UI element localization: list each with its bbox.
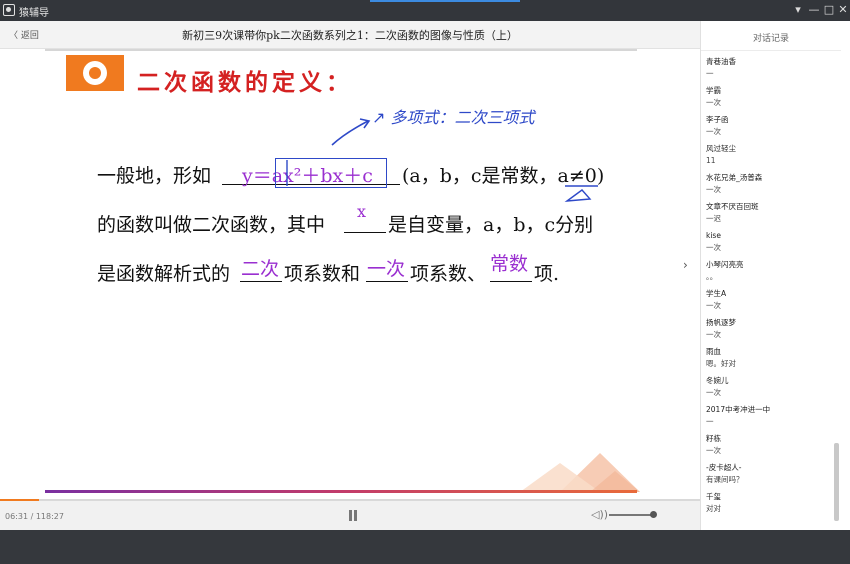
chat-username: 千玺 [706, 492, 721, 501]
back-button[interactable]: 〈 返回 [9, 28, 39, 41]
panel-toggle-arrow-icon[interactable]: › [683, 258, 688, 272]
chat-username: 文章不厌百回斑 [706, 202, 759, 211]
chat-text: 一次 [706, 388, 721, 397]
chat-message-list: 青巷油香一学霸 一次 李子函 一次 风过轻尘 11 水花兄弟_汤普森 一次 文章不厌百回斑 一迟 k… [706, 56, 834, 520]
chat-username: 学生A [706, 289, 727, 298]
chat-message: 雨血 嗯。好对 [706, 346, 834, 375]
app-name: 猿辅导 [19, 8, 49, 19]
chat-username: 小琴闪亮亮 [706, 260, 744, 269]
chat-title: 对话记录 [701, 29, 841, 51]
chat-message: 李子函 一次 [706, 114, 834, 143]
playback-time: 06:31 / 118:27 [5, 512, 64, 521]
speaker-icon[interactable]: ◁)) [591, 508, 608, 521]
chat-text: 一次 [706, 243, 721, 252]
chat-text: 。。 [706, 272, 718, 281]
player-controls: 06:31 / 118:27 ◁)) [0, 499, 700, 530]
chat-text: 一次 [706, 330, 721, 339]
chat-username: 雨血 [706, 347, 721, 356]
ink-and-decoration-layer [286, 118, 640, 492]
chat-message: 学霸 一次 [706, 85, 834, 114]
chat-message: 小琴闪亮亮。。 [706, 259, 834, 288]
chat-username: 风过轻尘 [706, 144, 736, 153]
progress-bar[interactable] [0, 499, 700, 501]
chat-message: 籽栋 一次 [706, 433, 834, 462]
chat-text: 一 [706, 69, 714, 78]
volume-knob[interactable] [650, 511, 657, 518]
chat-message: 风过轻尘 11 [706, 143, 834, 172]
chat-text: 一次 [706, 446, 721, 455]
chat-username: 扬帆逐梦 [706, 318, 736, 327]
chat-username: kise [706, 231, 721, 240]
chat-message: 学生A 一次 [706, 288, 834, 317]
chat-message: -皮卡超人- 有课间吗？ [706, 462, 834, 491]
chat-message: 冬婉儿 一次 [706, 375, 834, 404]
close-button[interactable]: ✕ [837, 3, 849, 17]
chat-scrollbar[interactable] [834, 443, 839, 521]
chat-message: 水花兄弟_汤普森 一次 [706, 172, 834, 201]
window-titlebar: 猿辅导 ▾ — □ ✕ [0, 0, 850, 21]
lesson-header: 〈 返回 新初三9次课带你pk二次函数系列之1：二次函数的图像与性质（上） [0, 21, 700, 49]
chat-username: 2017中考冲进一中 [706, 405, 771, 414]
chat-message: 2017中考冲进一中一 [706, 404, 834, 433]
bottom-bar [0, 530, 850, 564]
chat-panel: 对话记录 青巷油香一学霸 一次 李子函 一次 风过轻尘 11 水花兄弟_汤普森 一次 文章不厌百… [700, 21, 850, 530]
chat-username: -皮卡超人- [706, 463, 742, 472]
chat-message: kise 一次 [706, 230, 834, 259]
chat-message: 千玺 对对 [706, 491, 834, 520]
titlebar-accent [370, 0, 520, 2]
chat-username: 水花兄弟_汤普森 [706, 173, 763, 182]
maximize-button[interactable]: □ [823, 3, 835, 17]
lesson-slide: 二次函数的定义： ↗ 多项式：二次三项式 一般地，形如 y＝ax²＋bx＋c (… [0, 49, 700, 499]
chat-text: 11 [706, 156, 716, 165]
chat-username: 李子函 [706, 115, 729, 124]
chat-text: 对对 [706, 504, 721, 513]
chat-text: 一迟 [706, 214, 721, 223]
chat-username: 冬婉儿 [706, 376, 729, 385]
app-logo-icon [3, 4, 15, 16]
chat-text: 一次 [706, 301, 721, 310]
menu-dropdown-icon[interactable]: ▾ [792, 3, 804, 17]
chat-username: 学霸 [706, 86, 721, 95]
volume-slider[interactable] [609, 514, 654, 516]
chat-message: 文章不厌百回斑 一迟 [706, 201, 834, 230]
minimize-button[interactable]: — [808, 3, 820, 17]
chat-text: 一次 [706, 185, 721, 194]
chat-text: 一次 [706, 98, 721, 107]
chat-text: 有课间吗？ [706, 475, 744, 484]
chat-text: 一 [706, 417, 714, 426]
slide-bottom-divider [45, 490, 637, 493]
lesson-title: 新初三9次课带你pk二次函数系列之1：二次函数的图像与性质（上） [182, 29, 518, 42]
chat-username: 籽栋 [706, 434, 721, 443]
chat-text: 一次 [706, 127, 721, 136]
pause-icon[interactable] [348, 510, 358, 522]
progress-fill [0, 499, 39, 501]
chat-message: 扬帆逐梦 一次 [706, 317, 834, 346]
chat-username: 青巷油香 [706, 57, 736, 66]
chat-message: 青巷油香一 [706, 56, 834, 85]
chat-text: 嗯。好对 [706, 359, 736, 368]
